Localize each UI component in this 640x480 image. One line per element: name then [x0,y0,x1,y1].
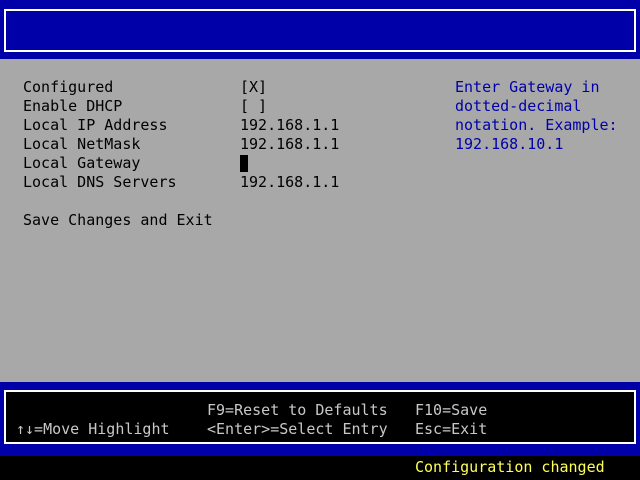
setting-label-local-ip[interactable]: Local IP Address [23,116,168,135]
key-select-entry: <Enter>=Select Entry [207,420,388,438]
setting-label-local-netmask[interactable]: Local NetMask [23,135,140,154]
help-line-4: 192.168.10.1 [455,135,564,153]
title-box [4,9,636,52]
bios-config-screen: Configured [X] Enable DHCP [ ] Local IP … [0,0,640,480]
title-band [0,0,640,59]
help-line-3: notation. Example: [455,116,618,134]
key-exit: Esc=Exit [415,420,488,438]
key-reset-defaults: F9=Reset to Defaults [207,401,388,419]
setting-value-local-dns[interactable]: 192.168.1.1 [240,173,339,192]
setting-value-enable-dhcp[interactable]: [ ] [240,97,267,116]
text-cursor [240,155,248,172]
setting-value-local-netmask[interactable]: 192.168.1.1 [240,135,339,154]
setting-value-configured[interactable]: [X] [240,78,267,97]
setting-label-configured[interactable]: Configured [23,78,113,97]
setting-label-local-dns[interactable]: Local DNS Servers [23,173,177,192]
setting-value-local-ip[interactable]: 192.168.1.1 [240,116,339,135]
key-save: F10=Save [415,401,488,419]
setting-label-local-gateway[interactable]: Local Gateway [23,154,140,173]
help-line-2: dotted-decimal [455,97,582,115]
save-changes-exit-item[interactable]: Save Changes and Exit [23,211,213,230]
status-message: Configuration changed [415,458,605,476]
help-line-1: Enter Gateway in [455,78,600,96]
key-move-highlight: ↑↓=Move Highlight [16,420,170,438]
setting-label-enable-dhcp[interactable]: Enable DHCP [23,97,122,116]
